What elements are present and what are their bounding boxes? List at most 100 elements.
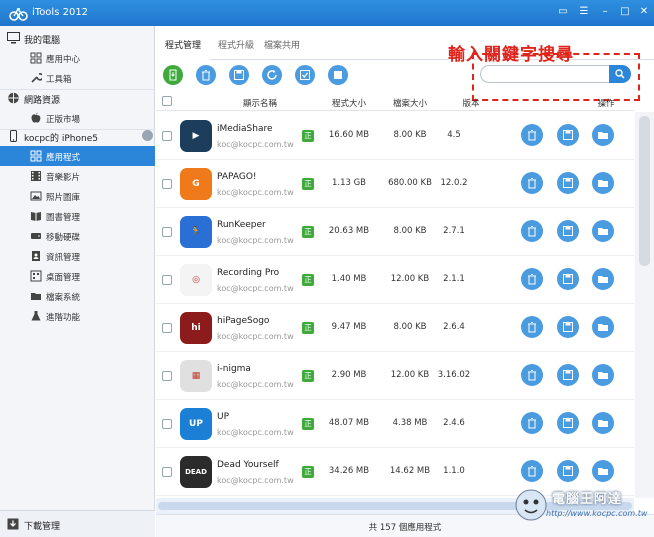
app-publisher: koc@kocpc.com.tw <box>217 284 294 293</box>
backup-app-button[interactable] <box>557 172 579 194</box>
tab-app-manager[interactable]: 程式管理 <box>165 38 201 51</box>
table-row[interactable]: UP UP koc@kocpc.com.tw 正 48.07 MB 4.38 MB 2.4.… <box>156 400 634 448</box>
sidebar-item-drive[interactable]: 移動硬碟 <box>0 226 155 246</box>
header-version[interactable]: 版本 <box>451 97 491 109</box>
save-icon <box>563 418 573 428</box>
genuine-badge: 正 <box>302 466 314 478</box>
backup-app-button[interactable] <box>557 364 579 386</box>
save-icon <box>563 274 573 284</box>
search-input[interactable] <box>480 65 610 83</box>
delete-app-button[interactable] <box>521 172 543 194</box>
row-checkbox[interactable] <box>162 275 172 285</box>
genuine-badge: 正 <box>302 370 314 382</box>
header-name[interactable]: 顯示名稱 <box>228 97 292 109</box>
menu-icon[interactable]: ☰ <box>577 6 591 18</box>
doc-size: 8.00 KB <box>393 130 427 140</box>
delete-app-button[interactable] <box>521 364 543 386</box>
deselect-button[interactable] <box>328 65 348 85</box>
sidebar-section-device[interactable]: kocpc的 iPhone5 <box>0 126 155 146</box>
sidebar-item-app-center[interactable]: 應用中心 <box>0 48 155 68</box>
sidebar-item-info[interactable]: 資訊管理 <box>0 246 155 266</box>
row-checkbox[interactable] <box>162 323 172 333</box>
download-manager[interactable]: 下載管理 <box>0 510 155 537</box>
open-folder-button[interactable] <box>592 316 614 338</box>
sidebar-item-photos[interactable]: 照片圖庫 <box>0 186 155 206</box>
search-button[interactable] <box>609 65 631 83</box>
eject-icon[interactable] <box>142 130 153 141</box>
delete-app-button[interactable] <box>521 412 543 434</box>
backup-app-button[interactable] <box>557 412 579 434</box>
maximize-button[interactable]: □ <box>618 6 632 18</box>
genuine-badge: 正 <box>302 322 314 334</box>
open-folder-button[interactable] <box>592 268 614 290</box>
sidebar-item-advanced[interactable]: 進階功能 <box>0 306 155 326</box>
backup-app-button[interactable] <box>557 460 579 482</box>
close-button[interactable]: ✕ <box>637 6 651 18</box>
delete-button[interactable] <box>196 65 216 85</box>
install-icon <box>169 69 177 81</box>
table-row[interactable]: hi hiPageSogo koc@kocpc.com.tw 正 9.47 MB 8.00… <box>156 304 634 352</box>
table-row[interactable]: G PAPAGO! koc@kocpc.com.tw 正 1.13 GB 680.00 K… <box>156 160 634 208</box>
vertical-scrollbar[interactable] <box>635 112 654 498</box>
tab-file-sharing[interactable]: 檔案共用 <box>264 38 300 51</box>
delete-app-button[interactable] <box>521 220 543 242</box>
backup-app-button[interactable] <box>557 316 579 338</box>
sidebar-item-books[interactable]: 圖書管理 <box>0 206 155 226</box>
table-row[interactable]: 🏃 RunKeeper koc@kocpc.com.tw 正 20.63 MB 8.00 … <box>156 208 634 256</box>
message-icon[interactable]: ▭ <box>556 6 570 18</box>
backup-app-button[interactable] <box>557 124 579 146</box>
header-app-size[interactable]: 程式大小 <box>324 97 374 109</box>
open-folder-button[interactable] <box>592 460 614 482</box>
row-checkbox[interactable] <box>162 467 172 477</box>
select-all-button[interactable] <box>295 65 315 85</box>
backup-button[interactable] <box>229 65 249 85</box>
refresh-button[interactable] <box>262 65 282 85</box>
sidebar-item-toolbox[interactable]: 工具箱 <box>0 68 155 88</box>
sidebar-section-my-computer[interactable]: 我的電腦 <box>0 28 155 48</box>
watermark-title: 電腦王阿達 <box>552 492 623 507</box>
backup-app-button[interactable] <box>557 220 579 242</box>
phone-icon <box>7 130 20 142</box>
app-name: i-nigma <box>217 364 251 374</box>
open-folder-button[interactable] <box>592 220 614 242</box>
open-folder-button[interactable] <box>592 412 614 434</box>
select-all-checkbox[interactable] <box>162 96 172 106</box>
row-checkbox[interactable] <box>162 371 172 381</box>
folder-icon <box>598 372 608 379</box>
backup-app-button[interactable] <box>557 268 579 290</box>
main-panel: 程式管理 程式升級 檔案共用 輸入關鍵字搜尋 顯示名稱 程式大小 檔案大小 版本… <box>156 26 654 537</box>
delete-app-button[interactable] <box>521 268 543 290</box>
scroll-thumb[interactable] <box>639 116 650 266</box>
row-checkbox[interactable] <box>162 227 172 237</box>
sidebar-item-app-market[interactable]: 正版市場 <box>0 108 155 128</box>
folder-icon <box>598 132 608 139</box>
open-folder-button[interactable] <box>592 364 614 386</box>
minimize-button[interactable]: – <box>598 6 612 18</box>
trash-icon <box>528 322 536 333</box>
open-folder-button[interactable] <box>592 172 614 194</box>
sidebar-item-desktop[interactable]: 桌面管理 <box>0 266 155 286</box>
table-row[interactable]: ▶ iMediaShare koc@kocpc.com.tw 正 16.60 MB 8.0… <box>156 112 634 160</box>
row-checkbox[interactable] <box>162 179 172 189</box>
open-folder-button[interactable] <box>592 124 614 146</box>
sidebar-section-web-resources[interactable]: 網路資源 <box>0 88 155 108</box>
row-checkbox[interactable] <box>162 131 172 141</box>
delete-app-button[interactable] <box>521 316 543 338</box>
save-icon <box>563 370 573 380</box>
sidebar-item-applications[interactable]: 應用程式 <box>0 146 155 166</box>
header-doc-size[interactable]: 檔案大小 <box>385 97 435 109</box>
table-row[interactable]: ▦ i-nigma koc@kocpc.com.tw 正 2.90 MB 12.00 KB… <box>156 352 634 400</box>
sidebar-item-filesystem[interactable]: 檔案系統 <box>0 286 155 306</box>
sidebar-item-media[interactable]: 音樂影片 <box>0 166 155 186</box>
table-row[interactable]: ◎ Recording Pro koc@kocpc.com.tw 正 1.40 MB 12… <box>156 256 634 304</box>
app-size: 1.40 MB <box>331 274 367 284</box>
tab-app-upgrade[interactable]: 程式升級 <box>218 38 254 51</box>
genuine-badge: 正 <box>302 418 314 430</box>
app-name: Recording Pro <box>217 268 280 278</box>
install-button[interactable] <box>163 65 183 85</box>
row-checkbox[interactable] <box>162 419 172 429</box>
app-icon: G <box>180 168 212 200</box>
delete-app-button[interactable] <box>521 124 543 146</box>
delete-app-button[interactable] <box>521 460 543 482</box>
globe-icon <box>7 92 20 104</box>
